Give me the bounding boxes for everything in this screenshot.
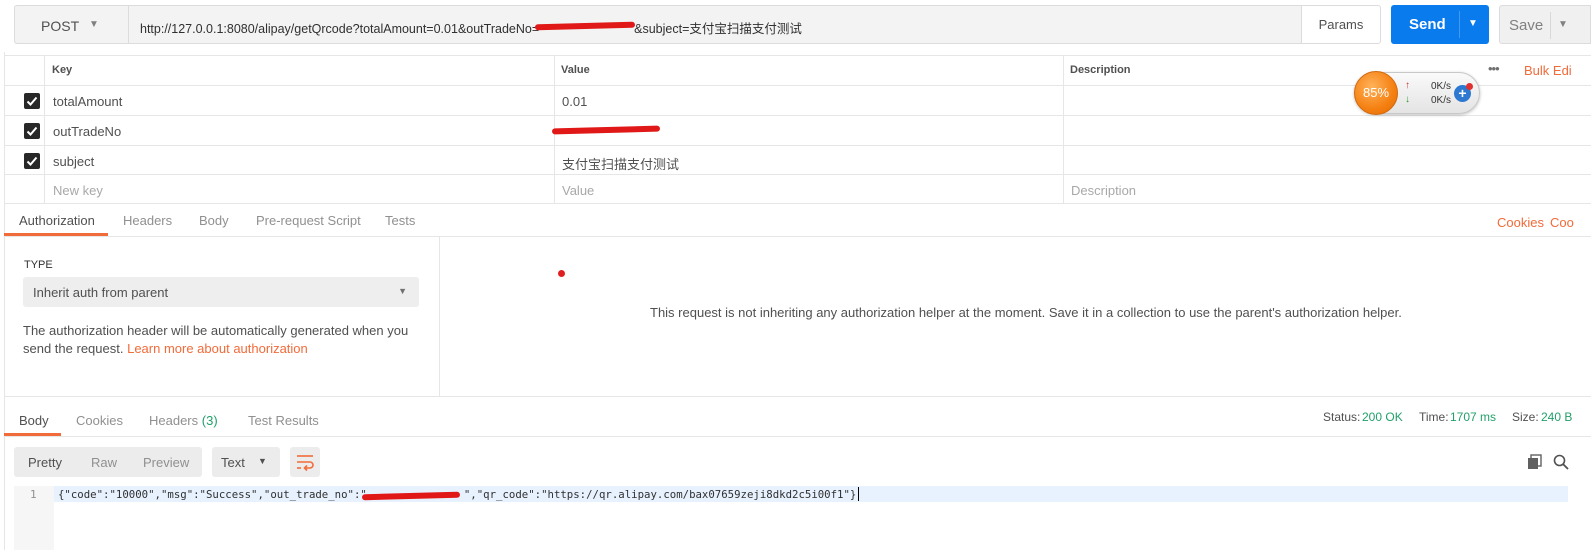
tab-authorization[interactable]: Authorization bbox=[19, 213, 95, 228]
param-key[interactable]: totalAmount bbox=[53, 94, 122, 109]
copy-icon[interactable] bbox=[1527, 454, 1543, 473]
code-link[interactable]: Coo bbox=[1550, 215, 1574, 230]
column-header-key: Key bbox=[52, 64, 73, 76]
url-text: http://127.0.0.1:8080/alipay/getQrcode?t… bbox=[140, 22, 802, 36]
chevron-down-icon: ▼ bbox=[258, 456, 267, 466]
upload-speed: 0K/s bbox=[1431, 81, 1452, 92]
arrow-down-icon: ↓ bbox=[1405, 94, 1410, 105]
param-value[interactable]: 0.01 bbox=[562, 94, 587, 109]
row-checkbox[interactable] bbox=[24, 93, 40, 109]
arrow-up-icon: ↑ bbox=[1405, 80, 1410, 91]
new-description-input[interactable]: Description bbox=[1071, 183, 1136, 198]
auth-message: This request is not inheriting any autho… bbox=[650, 305, 1402, 320]
auth-type-select[interactable]: Inherit auth from parent ▼ bbox=[23, 277, 419, 307]
more-options-icon[interactable]: ••• bbox=[1488, 61, 1500, 76]
wrap-lines-icon bbox=[297, 455, 314, 472]
tab-body[interactable]: Body bbox=[199, 213, 229, 228]
status-label: Status: bbox=[1323, 410, 1361, 424]
column-header-value: Value bbox=[561, 64, 590, 76]
auth-type-value: Inherit auth from parent bbox=[33, 285, 169, 300]
speed-percent: 85% bbox=[1354, 71, 1398, 115]
column-header-description: Description bbox=[1070, 64, 1131, 76]
cookies-link[interactable]: Cookies bbox=[1497, 215, 1544, 230]
send-label: Send bbox=[1409, 16, 1446, 33]
auth-description: The authorization header will be automat… bbox=[23, 323, 409, 356]
format-value: Text bbox=[221, 455, 245, 470]
preview-button[interactable]: Preview bbox=[143, 455, 189, 470]
row-checkbox[interactable] bbox=[24, 123, 40, 139]
type-label: TYPE bbox=[24, 259, 53, 271]
pretty-button[interactable]: Pretty bbox=[28, 455, 62, 470]
learn-more-link[interactable]: Learn more about authorization bbox=[127, 341, 308, 356]
raw-button[interactable]: Raw bbox=[91, 455, 117, 470]
search-icon[interactable] bbox=[1553, 454, 1569, 473]
bulk-edit-link[interactable]: Bulk Edi bbox=[1524, 63, 1572, 78]
tab-response-cookies[interactable]: Cookies bbox=[76, 413, 123, 428]
time-value[interactable]: 1707 ms bbox=[1450, 410, 1496, 424]
notification-dot bbox=[1466, 83, 1473, 90]
save-button[interactable]: Save ▼ bbox=[1499, 5, 1591, 44]
red-dot bbox=[558, 270, 565, 277]
left-edge bbox=[4, 52, 5, 550]
method-label: POST bbox=[41, 18, 80, 34]
text-cursor bbox=[858, 487, 859, 501]
params-button[interactable]: Params bbox=[1301, 5, 1381, 44]
line-number: 1 bbox=[30, 488, 37, 501]
url-input[interactable]: http://127.0.0.1:8080/alipay/getQrcode?t… bbox=[128, 5, 1302, 44]
time-label: Time: bbox=[1419, 410, 1449, 424]
tab-tests[interactable]: Tests bbox=[385, 213, 415, 228]
send-button[interactable]: Send ▼ bbox=[1391, 5, 1489, 44]
param-key[interactable]: subject bbox=[53, 154, 94, 169]
param-key[interactable]: outTradeNo bbox=[53, 124, 121, 139]
chevron-down-icon[interactable]: ▼ bbox=[1558, 19, 1568, 30]
chevron-down-icon: ▼ bbox=[89, 19, 99, 30]
tab-pre-request-script[interactable]: Pre-request Script bbox=[256, 213, 361, 228]
size-label: Size: bbox=[1512, 410, 1539, 424]
status-value[interactable]: 200 OK bbox=[1362, 410, 1403, 424]
row-checkbox[interactable] bbox=[24, 153, 40, 169]
new-key-input[interactable]: New key bbox=[53, 183, 103, 198]
param-value[interactable]: 支付宝扫描支付测试 bbox=[562, 154, 679, 173]
format-select[interactable]: Text ▼ bbox=[212, 447, 280, 477]
view-mode-group: Pretty Raw Preview bbox=[14, 447, 202, 477]
chevron-down-icon: ▼ bbox=[398, 286, 407, 296]
chevron-down-icon[interactable]: ▼ bbox=[1468, 18, 1478, 29]
speed-widget[interactable]: 85% ↑ ↓ 0K/s 0K/s + bbox=[1354, 71, 1480, 115]
redaction-mark bbox=[551, 125, 661, 135]
method-select[interactable]: POST ▼ bbox=[14, 5, 128, 44]
wrap-lines-button[interactable] bbox=[290, 447, 320, 477]
size-value[interactable]: 240 B bbox=[1541, 410, 1572, 424]
new-value-input[interactable]: Value bbox=[562, 183, 594, 198]
tab-test-results[interactable]: Test Results bbox=[248, 413, 319, 428]
headers-count: (3) bbox=[201, 413, 218, 428]
save-label: Save bbox=[1509, 17, 1544, 34]
download-speed: 0K/s bbox=[1431, 95, 1452, 106]
tab-response-headers[interactable]: Headers (3) bbox=[149, 413, 218, 428]
tab-response-body[interactable]: Body bbox=[19, 413, 49, 428]
tab-headers[interactable]: Headers bbox=[123, 213, 172, 228]
